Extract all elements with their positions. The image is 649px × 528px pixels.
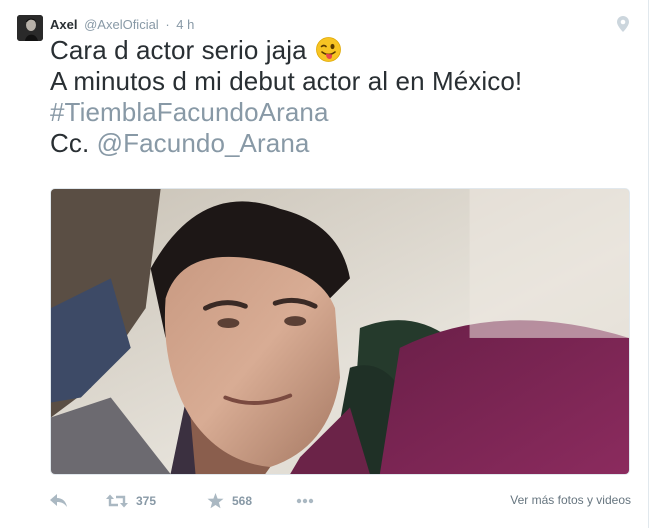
selfie-photo-illustration [51,189,629,474]
avatar-image [17,15,43,41]
hashtag-link[interactable]: #TiemblaFacundoArana [50,97,329,127]
star-icon [207,493,224,509]
tweet-line-4: Cc. @Facundo_Arana [50,128,630,159]
avatar[interactable] [17,15,43,41]
tweet-photo[interactable] [50,188,630,475]
cc-prefix: Cc. [50,128,97,158]
tweet-text: Cara d actor serio jaja A minutos d mi d… [50,35,630,159]
more-options-button[interactable] [296,488,314,514]
winking-face-with-tongue-icon [316,37,341,62]
tweet-text-line1: Cara d actor serio jaja [50,35,307,65]
tweet-line-1: Cara d actor serio jaja [50,35,630,66]
author-name[interactable]: Axel [50,17,77,32]
mention-link[interactable]: @Facundo_Arana [97,128,310,158]
header-separator: · [165,17,170,32]
tweet-timestamp[interactable]: 4 h [176,17,194,32]
retweet-count: 375 [136,494,157,508]
favorite-count: 568 [232,494,253,508]
reply-arrow-icon [50,494,67,507]
tweet-card: Axel @AxelOficial · 4 h Cara d actor ser… [0,0,649,528]
tweet-header: Axel @AxelOficial · 4 h [50,16,194,34]
author-handle[interactable]: @AxelOficial [84,17,159,32]
retweet-icon [106,494,128,508]
more-dots-icon [296,498,314,504]
retweet-button[interactable]: 375 [106,488,156,514]
tweet-line-2: A minutos d mi debut actor al en México! [50,66,523,96]
tweet-actions: 375 568 Ver más fotos y videos [50,488,632,514]
tweet-line-3: #TiemblaFacundoArana [50,97,630,128]
location-pin-icon[interactable] [617,16,629,32]
see-more-media-link[interactable]: Ver más fotos y videos [510,493,631,507]
favorite-button[interactable]: 568 [207,488,252,514]
reply-button[interactable] [50,488,68,514]
